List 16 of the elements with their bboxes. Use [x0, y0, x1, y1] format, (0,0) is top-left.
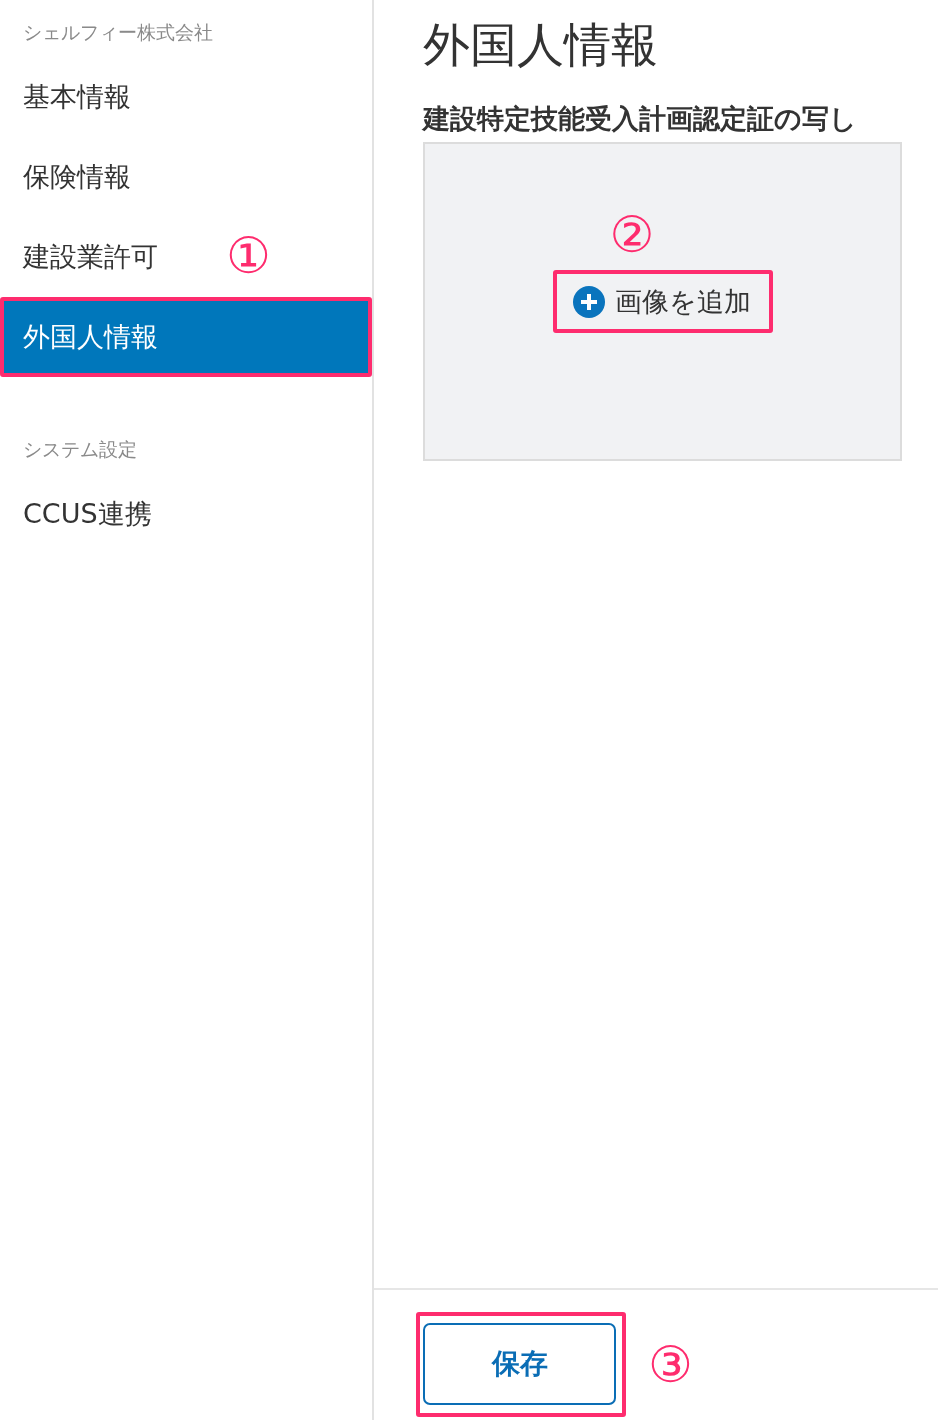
group-label: システム設定 — [23, 437, 137, 462]
annotation-number: ① — [226, 231, 271, 281]
save-button[interactable]: 保存 — [423, 1323, 616, 1405]
sidebar-item[interactable]: 保険情報 — [0, 137, 154, 217]
sidebar-item[interactable]: 基本情報 — [0, 57, 154, 137]
sidebar-item[interactable]: 建設業許可 — [0, 217, 181, 297]
section-label: 建設特定技能受入計画認定証の写し — [423, 103, 857, 135]
plus-circle-icon — [572, 285, 605, 318]
group-label: シェルフィー株式会社 — [23, 20, 213, 45]
annotation-number: ② — [609, 210, 655, 260]
add-image-button[interactable]: 画像を追加 — [572, 283, 751, 320]
upload-area[interactable]: ② 画像を追加 — [423, 142, 902, 461]
page-title: 外国人情報 — [423, 17, 658, 73]
sidebar-item[interactable]: CCUS連携 — [0, 474, 175, 554]
sidebar-item[interactable]: 外国人情報 — [4, 301, 368, 373]
annotation-number: ③ — [648, 1339, 693, 1390]
